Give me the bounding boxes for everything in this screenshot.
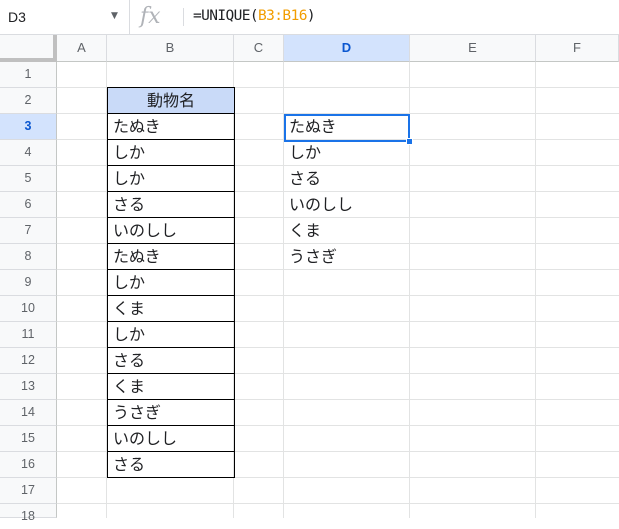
formula-input[interactable]: =UNIQUE(B3:B16) <box>193 8 316 24</box>
cell-b13[interactable]: くま <box>107 373 235 400</box>
cell-b7[interactable]: いのしし <box>107 217 235 244</box>
row-header-1[interactable]: 1 <box>0 62 57 88</box>
cell-b5[interactable]: しか <box>107 165 235 192</box>
formula-bar: D3 ▼ fx =UNIQUE(B3:B16) <box>0 0 619 35</box>
cell-b10[interactable]: くま <box>107 295 235 322</box>
cell-b2-header[interactable]: 動物名 <box>107 87 235 114</box>
formula-range-ref: B3:B16 <box>258 8 307 24</box>
cell-b12[interactable]: さる <box>107 347 235 374</box>
row-header-5[interactable]: 5 <box>0 166 57 192</box>
row-header-2[interactable]: 2 <box>0 88 57 114</box>
caret-down-icon[interactable]: ▼ <box>111 11 118 21</box>
row-header-8[interactable]: 8 <box>0 244 57 270</box>
fill-handle[interactable] <box>406 138 413 145</box>
cell-d5[interactable]: さる <box>284 166 410 191</box>
formula-bar-divider <box>183 8 184 26</box>
column-header-e[interactable]: E <box>410 35 536 62</box>
cell-b6[interactable]: さる <box>107 191 235 218</box>
column-header-f[interactable]: F <box>536 35 619 62</box>
cell-d8[interactable]: うさぎ <box>284 244 410 269</box>
row-header-13[interactable]: 13 <box>0 374 57 400</box>
cell-b3[interactable]: たぬき <box>107 113 235 140</box>
name-box[interactable]: D3 ▼ <box>0 0 130 34</box>
column-header-d[interactable]: D <box>284 35 410 62</box>
cell-d4[interactable]: しか <box>284 140 410 165</box>
row-header-17[interactable]: 17 <box>0 478 57 504</box>
row-header-10[interactable]: 10 <box>0 296 57 322</box>
row-header-6[interactable]: 6 <box>0 192 57 218</box>
cell-b9[interactable]: しか <box>107 269 235 296</box>
grid-line-vertical <box>535 62 536 518</box>
row-header-12[interactable]: 12 <box>0 348 57 374</box>
grid-line-horizontal <box>57 503 619 504</box>
row-header-9[interactable]: 9 <box>0 270 57 296</box>
row-header-14[interactable]: 14 <box>0 400 57 426</box>
column-header-c[interactable]: C <box>234 35 284 62</box>
cell-d6[interactable]: いのしし <box>284 192 410 217</box>
row-header-15[interactable]: 15 <box>0 426 57 452</box>
column-header-a[interactable]: A <box>57 35 107 62</box>
row-header-16[interactable]: 16 <box>0 452 57 478</box>
row-header-18[interactable]: 18 <box>0 504 57 523</box>
formula-suffix: ) <box>306 8 316 24</box>
row-header-4[interactable]: 4 <box>0 140 57 166</box>
fx-icon: fx <box>140 4 161 29</box>
cell-d3[interactable]: たぬき <box>284 114 410 139</box>
cell-b14[interactable]: うさぎ <box>107 399 235 426</box>
column-header-b[interactable]: B <box>107 35 234 62</box>
cell-b4[interactable]: しか <box>107 139 235 166</box>
row-header-11[interactable]: 11 <box>0 322 57 348</box>
name-box-value[interactable]: D3 <box>8 9 26 25</box>
cell-b15[interactable]: いのしし <box>107 425 235 452</box>
cell-b8[interactable]: たぬき <box>107 243 235 270</box>
cell-b16[interactable]: さる <box>107 451 235 478</box>
row-header-3[interactable]: 3 <box>0 114 57 140</box>
formula-prefix: =UNIQUE( <box>193 8 259 24</box>
row-header-7[interactable]: 7 <box>0 218 57 244</box>
cell-d7[interactable]: くま <box>284 218 410 243</box>
cell-b11[interactable]: しか <box>107 321 235 348</box>
select-all-corner[interactable] <box>0 35 57 62</box>
